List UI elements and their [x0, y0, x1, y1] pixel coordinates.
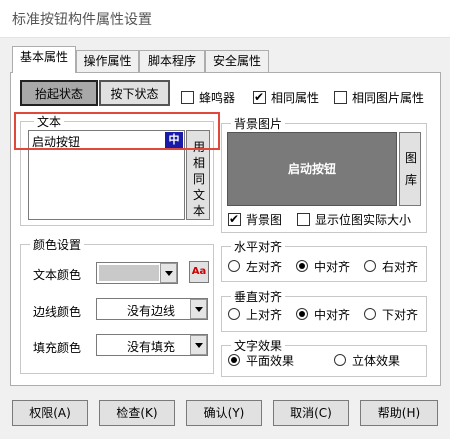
- h-align-center-label: 中对齐: [314, 260, 351, 274]
- buzzer-checkbox[interactable]: [181, 91, 194, 104]
- h-align-legend: 水平对齐: [231, 238, 286, 255]
- fill-color-select[interactable]: 没有填充: [96, 334, 208, 356]
- same-image-attr-checkbox[interactable]: [334, 91, 347, 104]
- h-align-left-label: 左对齐: [246, 260, 283, 274]
- border-color-label: 边线颜色: [33, 305, 82, 319]
- bg-image-legend: 背景图片: [231, 115, 286, 132]
- v-align-middle-radio[interactable]: [296, 308, 308, 320]
- help-button[interactable]: 帮助(H): [360, 400, 438, 426]
- v-align-bottom-radio[interactable]: [364, 308, 376, 320]
- fill-color-label: 填充颜色: [33, 341, 82, 355]
- state-up-button[interactable]: 抬起状态: [20, 80, 98, 106]
- check-button[interactable]: 检查(K): [99, 400, 175, 426]
- 3d-effect-label: 立体效果: [352, 354, 401, 368]
- 3d-effect-radio[interactable]: [334, 354, 346, 366]
- tab-basic[interactable]: 基本属性: [12, 46, 76, 73]
- title-bar: 标准按钮构件属性设置: [0, 0, 450, 38]
- same-attr-checkbox[interactable]: [253, 89, 266, 105]
- buzzer-label: 蜂鸣器: [199, 91, 236, 105]
- h-align-right-radio[interactable]: [364, 260, 376, 272]
- tab-script[interactable]: 脚本程序: [139, 50, 205, 72]
- h-align-right-label: 右对齐: [382, 260, 419, 274]
- bg-image-checkbox[interactable]: [228, 211, 241, 227]
- same-text-button-label: 用相同文本: [192, 140, 205, 218]
- v-align-legend: 垂直对齐: [231, 288, 286, 305]
- v-align-top-radio[interactable]: [228, 308, 240, 320]
- flat-effect-radio[interactable]: [228, 354, 240, 366]
- chevron-down-icon[interactable]: [160, 263, 177, 283]
- permission-button[interactable]: 权限(A): [12, 400, 88, 426]
- highlight-box: [14, 112, 220, 150]
- v-align-top-label: 上对齐: [246, 308, 283, 322]
- actual-size-label: 显示位图实际大小: [315, 213, 412, 227]
- h-align-left-radio[interactable]: [228, 260, 240, 272]
- tab-security[interactable]: 安全属性: [205, 50, 269, 72]
- actual-size-checkbox[interactable]: [297, 213, 310, 226]
- flat-effect-label: 平面效果: [246, 354, 295, 368]
- window-title: 标准按钮构件属性设置: [12, 12, 152, 28]
- border-color-value: 没有边线: [127, 304, 176, 318]
- chevron-down-icon[interactable]: [190, 335, 207, 355]
- text-color-swatch: [99, 265, 159, 281]
- confirm-button[interactable]: 确认(Y): [186, 400, 262, 426]
- h-align-center-radio[interactable]: [296, 260, 308, 272]
- tab-operation[interactable]: 操作属性: [76, 50, 139, 72]
- fill-color-value: 没有填充: [127, 340, 176, 354]
- text-color-label: 文本颜色: [33, 268, 82, 282]
- v-align-bottom-label: 下对齐: [382, 308, 419, 322]
- border-color-select[interactable]: 没有边线: [96, 298, 208, 320]
- bg-preview: 启动按钮: [227, 132, 397, 206]
- chevron-down-icon[interactable]: [190, 299, 207, 319]
- image-library-button[interactable]: 图库: [399, 132, 421, 206]
- image-library-label: 图库: [404, 151, 417, 187]
- v-align-middle-label: 中对齐: [314, 308, 351, 322]
- font-button[interactable]: Aa: [189, 261, 209, 283]
- text-color-select[interactable]: [96, 262, 178, 284]
- cancel-button[interactable]: 取消(C): [273, 400, 349, 426]
- same-image-attr-label: 相同图片属性: [352, 91, 425, 105]
- color-group-legend: 颜色设置: [30, 236, 85, 253]
- state-down-button[interactable]: 按下状态: [99, 80, 170, 106]
- same-attr-label: 相同属性: [271, 91, 320, 105]
- bg-image-check-label: 背景图: [246, 213, 283, 227]
